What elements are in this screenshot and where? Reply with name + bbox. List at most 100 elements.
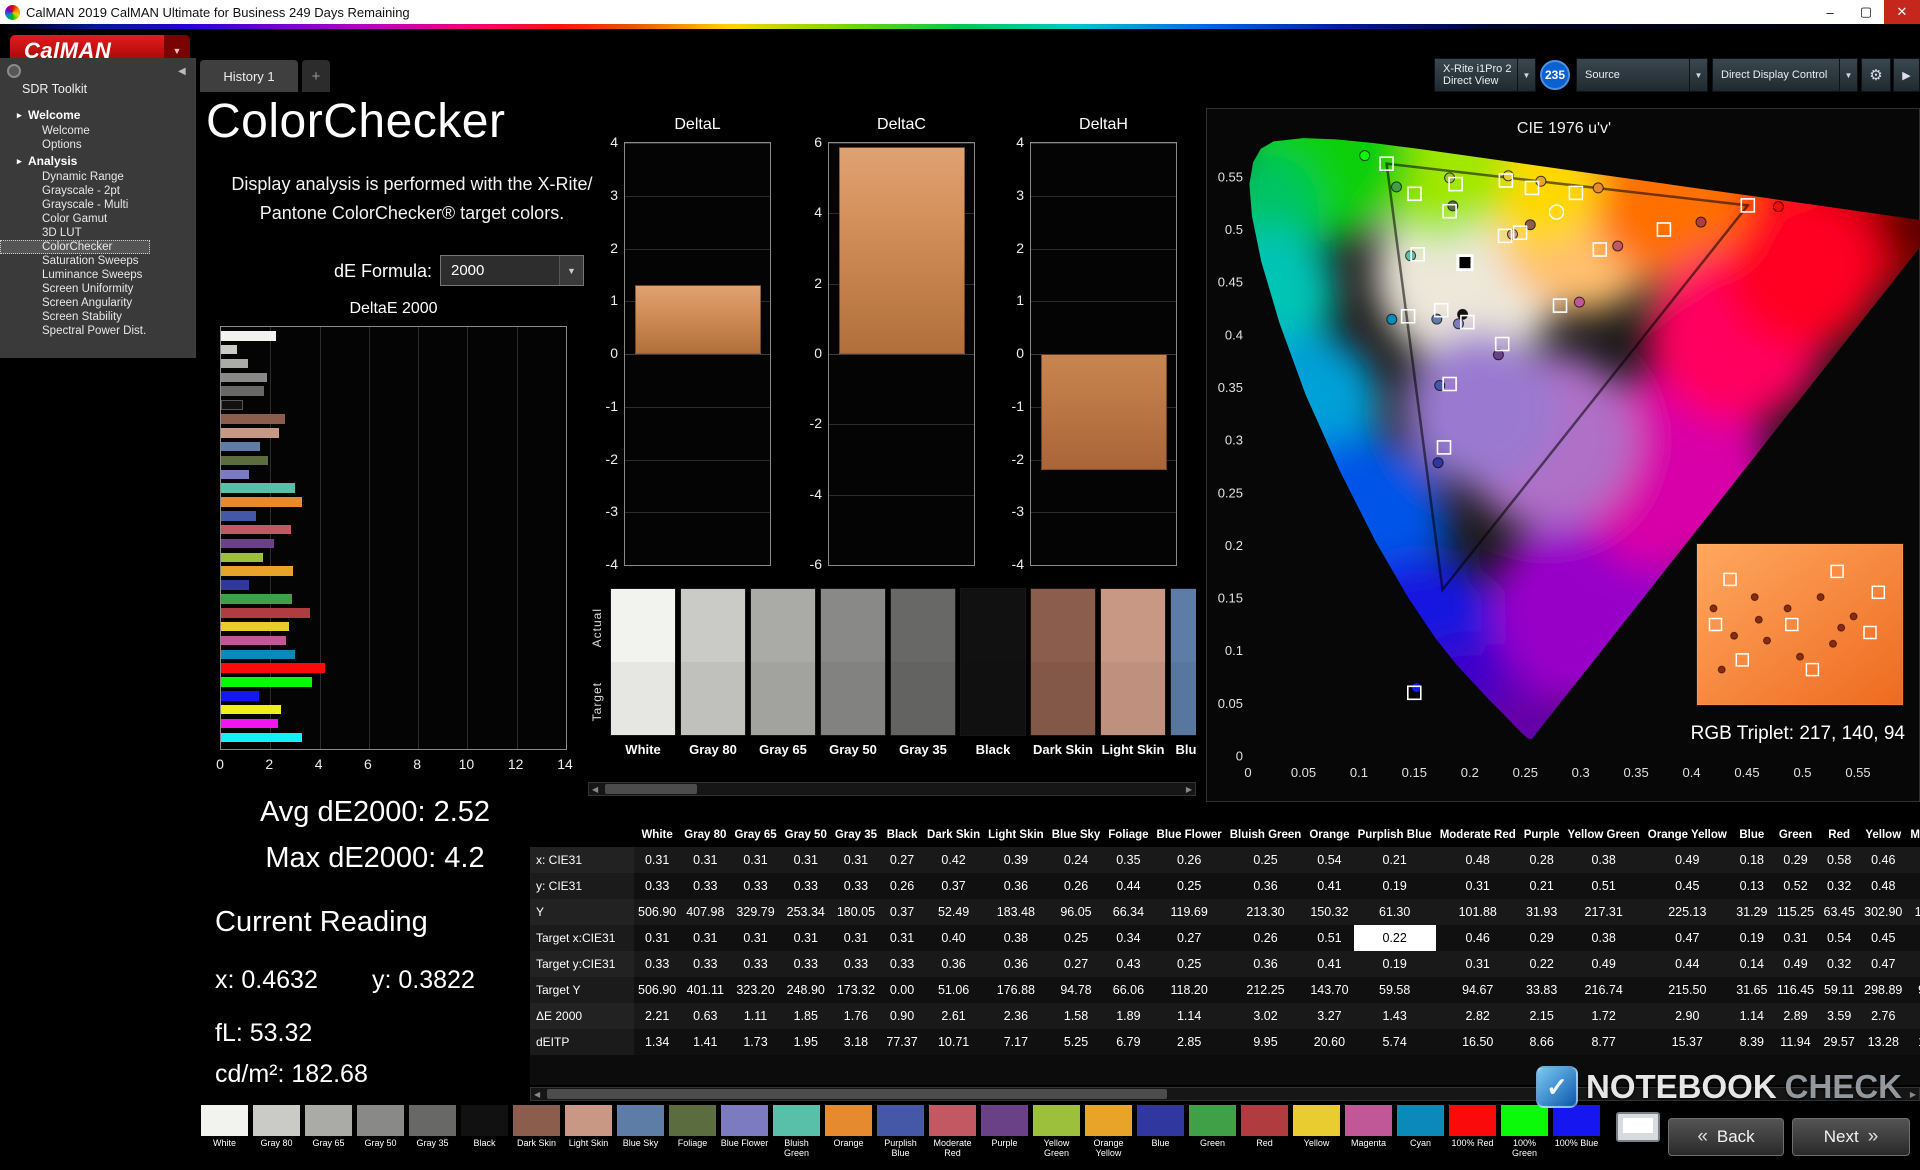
close-button[interactable]: ✕ (1884, 0, 1920, 24)
patch-chip-color (512, 1104, 561, 1137)
table-cell: 20.60 (1305, 1029, 1354, 1055)
patch-chip-bluish-green[interactable]: Bluish Green (772, 1104, 821, 1162)
inset-measured-dot (1763, 636, 1771, 645)
sidebar-item-options[interactable]: Options (0, 138, 196, 152)
sidebar-item-saturation-sweeps[interactable]: Saturation Sweeps (0, 254, 196, 268)
target-swatch (891, 662, 955, 735)
table-cell: 0.54 (1818, 925, 1861, 951)
patch-chip-yellow-green[interactable]: Yellow Green (1032, 1104, 1081, 1162)
patch-chip-gray-50[interactable]: Gray 50 (356, 1104, 405, 1162)
sidebar-item-dynamic-range[interactable]: Dynamic Range (0, 170, 196, 184)
patch-chip-label: Gray 35 (416, 1138, 449, 1148)
patch-chip-purple[interactable]: Purple (980, 1104, 1029, 1162)
patch-chip-blue-sky[interactable]: Blue Sky (616, 1104, 665, 1162)
patch-chip-yellow[interactable]: Yellow (1292, 1104, 1341, 1162)
pin-button[interactable] (7, 64, 21, 78)
meter-dropdown-arrow-icon[interactable]: ▼ (1517, 59, 1535, 91)
patch-chip-white[interactable]: White (200, 1104, 249, 1162)
display-control-dropdown[interactable]: Direct Display Control ▼ (1712, 58, 1858, 92)
table-cell: 0.35 (1104, 847, 1153, 873)
patch-chip-color (460, 1104, 509, 1137)
sidebar-item-3d-lut[interactable]: 3D LUT (0, 226, 196, 240)
sidebar-item-colorchecker[interactable]: ColorChecker (0, 240, 150, 254)
patch-chip-color (1188, 1104, 1237, 1137)
patch-chip-blue[interactable]: Blue (1136, 1104, 1185, 1162)
target-swatch (961, 662, 1025, 735)
sidebar-item-grayscale-2pt[interactable]: Grayscale - 2pt (0, 184, 196, 198)
patch-chip-orange-yellow[interactable]: Orange Yellow (1084, 1104, 1133, 1162)
next-button[interactable]: Next » (1792, 1118, 1910, 1156)
patch-chip-purplish-blue[interactable]: Purplish Blue (876, 1104, 925, 1162)
strip-scroll-left-icon[interactable]: ◀ (592, 784, 598, 795)
patch-chip-100-green[interactable]: 100% Green (1500, 1104, 1549, 1162)
patch-chip-red[interactable]: Red (1240, 1104, 1289, 1162)
strip-scrollbar-thumb[interactable] (605, 784, 697, 794)
svg-text:0.25: 0.25 (1513, 765, 1538, 780)
table-cell: 0.28 (1519, 847, 1564, 873)
sidebar-item-luminance-sweeps[interactable]: Luminance Sweeps (0, 268, 196, 282)
add-tab-button[interactable]: + (302, 60, 330, 92)
table-cell: 2.61 (923, 1003, 985, 1029)
sidebar-section-welcome[interactable]: ▸ Welcome (0, 106, 196, 124)
settings-gear-button[interactable]: ⚙ (1861, 58, 1891, 92)
source-dropdown-arrow-icon[interactable]: ▼ (1689, 59, 1707, 91)
y-tick-label: 0 (814, 345, 822, 361)
source-dropdown[interactable]: Source ▼ (1576, 58, 1708, 92)
table-cell: 0.31 (780, 847, 831, 873)
table-cell: 298.89 (1860, 977, 1907, 1003)
expand-panel-button[interactable]: ▶ (1893, 58, 1920, 92)
reading-count-badge[interactable]: 235 (1540, 60, 1570, 90)
collapse-sidebar-icon[interactable]: ◀ (178, 66, 186, 77)
column-header-orange: Orange (1305, 823, 1354, 847)
patch-chip-orange[interactable]: Orange (824, 1104, 873, 1162)
patch-chip-gray-80[interactable]: Gray 80 (252, 1104, 301, 1162)
back-button[interactable]: « Back (1668, 1118, 1784, 1156)
table-scroll-right-icon[interactable]: ▶ (1910, 1089, 1916, 1100)
patch-chip-magenta[interactable]: Magenta (1344, 1104, 1393, 1162)
target-swatch (611, 662, 675, 735)
patch-chip-100-red[interactable]: 100% Red (1448, 1104, 1497, 1162)
minimize-button[interactable]: – (1812, 0, 1848, 24)
display-control-arrow-icon[interactable]: ▼ (1839, 59, 1857, 91)
table-cell: 0.19 (1353, 873, 1436, 899)
patch-chip-color (980, 1104, 1029, 1137)
reading-y: y: 0.3822 (372, 966, 475, 994)
patch-chip-dark-skin[interactable]: Dark Skin (512, 1104, 561, 1162)
strip-scrollbar[interactable]: ◀ ▶ (588, 782, 1196, 796)
table-cell: 0.31 (830, 925, 882, 951)
sidebar-item-welcome[interactable]: Welcome (0, 124, 196, 138)
patch-chip-color (616, 1104, 665, 1137)
sidebar-item-grayscale-multi[interactable]: Grayscale - Multi (0, 198, 196, 212)
sidebar-item-spectral-power-dist[interactable]: Spectral Power Dist. (0, 324, 196, 338)
meter-dropdown[interactable]: X-Rite i1Pro 2 Direct View ▼ (1434, 58, 1536, 92)
svg-text:0.35: 0.35 (1218, 380, 1243, 395)
sidebar-item-screen-stability[interactable]: Screen Stability (0, 310, 196, 324)
svg-text:0.4: 0.4 (1683, 765, 1701, 780)
svg-text:0.5: 0.5 (1225, 222, 1243, 237)
strip-scroll-right-icon[interactable]: ▶ (1186, 784, 1192, 795)
maximize-button[interactable]: ▢ (1848, 0, 1884, 24)
patch-chip-light-skin[interactable]: Light Skin (564, 1104, 613, 1162)
patch-chip-cyan[interactable]: Cyan (1396, 1104, 1445, 1162)
patch-chip-blue-flower[interactable]: Blue Flower (720, 1104, 769, 1162)
sidebar-item-screen-uniformity[interactable]: Screen Uniformity (0, 282, 196, 296)
patch-chip-100-blue[interactable]: 100% Blue (1552, 1104, 1601, 1162)
patch-chip-gray-65[interactable]: Gray 65 (304, 1104, 353, 1162)
patch-chip-gray-35[interactable]: Gray 35 (408, 1104, 457, 1162)
inset-measured-dot (1796, 652, 1804, 661)
sidebar-item-screen-angularity[interactable]: Screen Angularity (0, 296, 196, 310)
de-formula-dropdown[interactable]: 2000 ▼ (440, 255, 584, 286)
patch-chip-foliage[interactable]: Foliage (668, 1104, 717, 1162)
sidebar-section-analysis[interactable]: ▸ Analysis (0, 152, 196, 170)
patch-chip-green[interactable]: Green (1188, 1104, 1237, 1162)
table-scrollbar-thumb[interactable] (547, 1089, 1167, 1099)
patch-chip-black[interactable]: Black (460, 1104, 509, 1162)
x-tick-label: 10 (458, 756, 475, 772)
tab-history-1[interactable]: History 1 (200, 60, 298, 92)
de-formula-arrow-icon[interactable]: ▼ (559, 256, 583, 285)
table-cell: 0.49 (1772, 951, 1819, 977)
table-cell: 0.31 (881, 925, 924, 951)
patch-chip-moderate-red[interactable]: Moderate Red (928, 1104, 977, 1162)
sidebar-item-color-gamut[interactable]: Color Gamut (0, 212, 196, 226)
table-scroll-left-icon[interactable]: ◀ (534, 1089, 540, 1100)
